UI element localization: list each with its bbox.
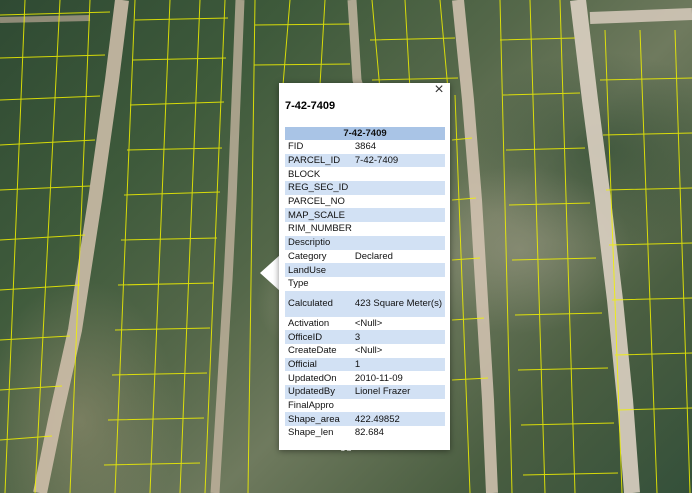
table-row: Shape_len 82.684 <box>285 426 445 440</box>
attribute-value <box>351 181 445 195</box>
table-row: Category Declared <box>285 250 445 264</box>
attribute-name: REG_SEC_ID <box>285 181 352 195</box>
table-row: MAP_SCALE <box>285 208 445 223</box>
table-row: RIM_NUMBER <box>285 222 445 236</box>
table-row: Calculated 423 Square Meter(s) <box>285 290 445 317</box>
attribute-name: Type <box>288 278 309 290</box>
table-row: UpdatedOn 2010-11-09 <box>285 371 445 385</box>
attribute-value <box>352 195 445 209</box>
attribute-value: 1 <box>351 357 445 372</box>
attribute-name: MAP_SCALE <box>285 208 352 223</box>
table-row: Type <box>285 277 445 291</box>
close-icon[interactable]: × <box>431 82 447 98</box>
attribute-value: <Null> <box>354 317 383 329</box>
attribute-value: 2010-11-09 <box>354 372 403 384</box>
attribute-value: 422.49852 <box>351 412 445 427</box>
road <box>589 8 692 24</box>
attribute-table: 7-42-7409 FID 3864 PARCEL_ID 7-42-7409 BLOCK… <box>285 127 445 440</box>
attribute-name: FinalAppro <box>288 400 334 412</box>
table-row: REG_SEC_ID <box>285 181 445 195</box>
table-row: Official 1 <box>285 357 445 372</box>
attribute-value <box>352 399 445 413</box>
attribute-value <box>352 222 445 236</box>
attribute-table-header: 7-42-7409 <box>285 127 445 140</box>
attribute-value: 82.684 <box>354 427 384 439</box>
table-row: Descriptio <box>285 235 445 250</box>
attribute-value: 7-42-7409 <box>351 153 445 168</box>
attribute-name: FID <box>288 141 304 153</box>
table-row: PARCEL_ID 7-42-7409 <box>285 153 445 168</box>
attribute-name: Activation <box>288 317 330 329</box>
road <box>570 0 640 493</box>
table-row: OfficeID 3 <box>285 330 445 344</box>
attribute-value <box>351 208 445 223</box>
attribute-name: Official <box>285 357 352 372</box>
attribute-name: BLOCK <box>288 168 321 180</box>
attribute-value <box>351 235 445 250</box>
table-row: FinalAppro <box>285 399 445 413</box>
attribute-value: 423 Square Meter(s) <box>351 290 445 317</box>
table-row: FID 3864 <box>285 140 445 154</box>
road <box>0 15 91 23</box>
imagery-credit: US <box>340 444 353 453</box>
attribute-name: Shape_len <box>288 427 334 439</box>
table-row: BLOCK <box>285 167 445 181</box>
table-row: UpdatedBy Lionel Frazer <box>285 385 445 399</box>
road <box>210 0 245 493</box>
attribute-name: Calculated <box>285 290 352 317</box>
attribute-value: Declared <box>354 250 393 262</box>
attribute-name: OfficeID <box>285 330 352 344</box>
road <box>347 0 365 92</box>
attribute-rows: FID 3864 PARCEL_ID 7-42-7409 BLOCK REG_SEC_ID… <box>285 140 445 440</box>
attribute-value: Lionel Frazer <box>351 385 445 399</box>
attribute-name: Descriptio <box>285 235 352 250</box>
attribute-value: 3864 <box>354 141 377 153</box>
attribute-value: <Null> <box>354 345 383 357</box>
attribute-name: Category <box>288 250 327 262</box>
attribute-name: UpdatedBy <box>285 385 352 399</box>
attribute-name: PARCEL_NO <box>288 196 345 208</box>
popup-pointer <box>260 255 280 291</box>
attribute-name: RIM_NUMBER <box>288 223 352 235</box>
road <box>452 0 498 493</box>
attribute-name: PARCEL_ID <box>285 153 352 168</box>
road <box>33 0 129 493</box>
table-row: Activation <Null> <box>285 317 445 331</box>
attribute-value <box>351 263 445 277</box>
attribute-value <box>352 167 445 181</box>
table-row: Shape_area 422.49852 <box>285 412 445 427</box>
attribute-name: CreateDate <box>288 345 337 357</box>
attribute-name: UpdatedOn <box>288 372 337 384</box>
table-row: CreateDate <Null> <box>285 344 445 358</box>
attribute-value <box>352 277 445 291</box>
attribute-name: Shape_area <box>285 412 352 427</box>
attribute-value: 3 <box>351 330 445 344</box>
attribute-name: LandUse <box>285 263 352 277</box>
table-row: PARCEL_NO <box>285 195 445 209</box>
table-row: LandUse <box>285 263 445 277</box>
popup-title: 7-42-7409 <box>285 100 336 112</box>
info-popup: × 7-42-7409 7-42-7409 FID 3864 PARCEL_ID 7-… <box>279 82 450 450</box>
